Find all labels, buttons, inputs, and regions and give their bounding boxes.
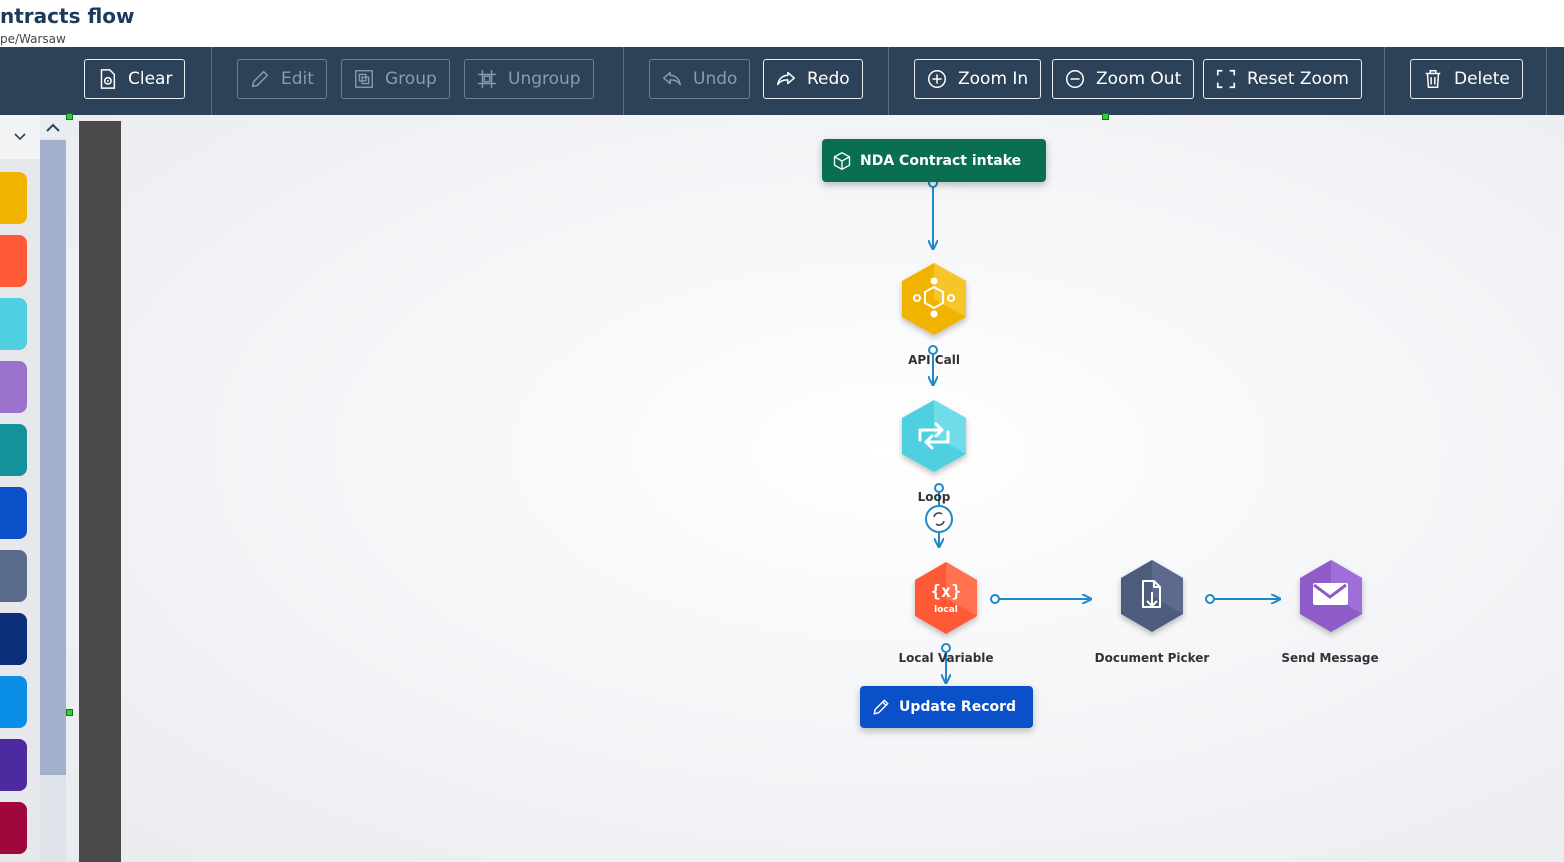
delete-label: Delete	[1454, 69, 1510, 89]
scrollbar-thumb[interactable]	[40, 140, 66, 775]
undo-label: Undo	[693, 69, 738, 89]
clear-label: Clear	[128, 69, 173, 89]
redo-button[interactable]: Redo	[763, 59, 863, 99]
toolbar: Clear Edit Group Ungroup Undo Redo Zoom …	[0, 47, 1564, 115]
undo-button[interactable]: Undo	[649, 59, 751, 99]
resize-handle[interactable]	[66, 113, 73, 120]
page-header: ntracts flow pe/Warsaw	[0, 0, 1564, 47]
palette-chip[interactable]	[0, 361, 27, 413]
palette-chip[interactable]	[0, 172, 27, 224]
document-picker-label: Document Picker	[1094, 651, 1210, 665]
toolbar-divider	[1546, 47, 1547, 115]
pencil-icon	[873, 699, 889, 715]
chevron-up-icon	[46, 123, 60, 132]
local-variable-label: Local Variable	[898, 651, 994, 665]
start-node-label: NDA Contract intake	[860, 152, 1022, 169]
page-title: ntracts flow	[0, 4, 135, 28]
ungroup-icon	[477, 69, 497, 89]
clear-icon	[100, 69, 116, 89]
redo-icon	[777, 71, 795, 86]
palette-chip[interactable]	[0, 676, 27, 728]
zoom-out-button[interactable]: Zoom Out	[1052, 59, 1195, 99]
group-icon	[355, 70, 373, 88]
palette-chip[interactable]	[0, 298, 27, 350]
edit-label: Edit	[281, 69, 314, 89]
api-call-label: API Call	[908, 353, 960, 367]
zoom-in-button[interactable]: Zoom In	[914, 59, 1042, 99]
toolbar-divider	[888, 47, 889, 115]
resize-handle[interactable]	[1102, 113, 1109, 120]
toolbar-divider	[211, 47, 212, 115]
vertical-ruler	[79, 121, 121, 862]
start-node[interactable]: NDA Contract intake	[822, 139, 1046, 182]
trash-icon	[1425, 70, 1441, 88]
edit-button[interactable]: Edit	[237, 59, 327, 99]
group-button[interactable]: Group	[341, 59, 450, 99]
loop-label: Loop	[917, 490, 951, 504]
palette-chip[interactable]	[0, 802, 27, 854]
redo-label: Redo	[807, 69, 850, 89]
update-record-node[interactable]: Update Record	[860, 686, 1033, 728]
palette-chip[interactable]	[0, 613, 27, 665]
ungroup-label: Ungroup	[508, 69, 581, 89]
flow-canvas[interactable]	[66, 115, 1564, 862]
fit-screen-icon	[1216, 69, 1236, 89]
undo-icon	[663, 71, 681, 86]
palette-chip[interactable]	[0, 739, 27, 791]
palette-chip[interactable]	[0, 487, 27, 539]
delete-button[interactable]: Delete	[1410, 59, 1523, 99]
zoom-out-icon	[1066, 70, 1084, 88]
palette-chip[interactable]	[0, 550, 27, 602]
zoom-in-icon	[928, 70, 946, 88]
ungroup-button[interactable]: Ungroup	[464, 59, 594, 99]
toolbar-divider	[623, 47, 624, 115]
clear-button[interactable]: Clear	[84, 59, 186, 99]
palette-chip[interactable]	[0, 235, 27, 287]
page-subtitle: pe/Warsaw	[0, 32, 66, 46]
update-record-label: Update Record	[899, 699, 1017, 715]
node-palette	[0, 115, 40, 862]
scroll-up-button[interactable]	[40, 115, 66, 139]
zoom-in-label: Zoom In	[958, 69, 1029, 89]
toolbar-divider	[1384, 47, 1385, 115]
reset-zoom-label: Reset Zoom	[1247, 69, 1349, 89]
cube-icon	[833, 151, 851, 170]
zoom-out-label: Zoom Out	[1096, 69, 1182, 89]
palette-chip[interactable]	[0, 424, 27, 476]
send-message-label: Send Message	[1281, 651, 1379, 665]
reset-zoom-button[interactable]: Reset Zoom	[1203, 59, 1362, 99]
palette-collapse-toggle[interactable]	[0, 115, 40, 159]
group-label: Group	[385, 69, 437, 89]
chevron-down-icon	[14, 133, 26, 141]
resize-handle[interactable]	[66, 709, 73, 716]
pencil-icon	[251, 70, 269, 88]
